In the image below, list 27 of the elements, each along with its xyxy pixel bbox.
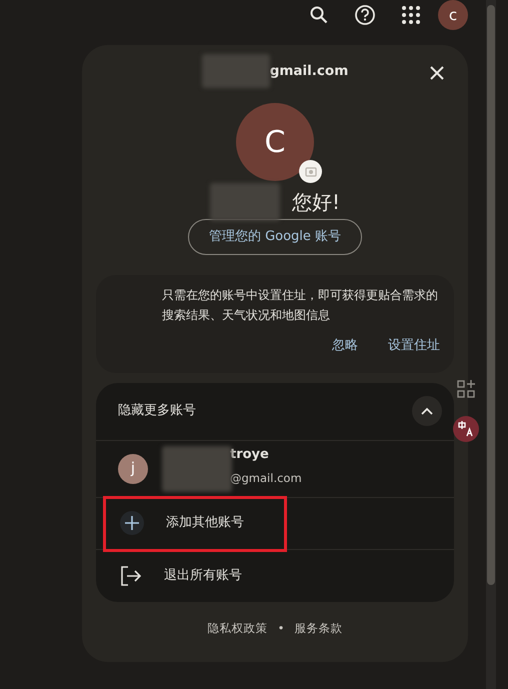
dismiss-button[interactable]: 忽略 xyxy=(332,336,358,355)
account-row[interactable]: j troye @gmail.com xyxy=(96,440,454,498)
camera-icon[interactable] xyxy=(299,160,322,183)
account-avatar[interactable]: c xyxy=(438,0,468,30)
privacy-link[interactable]: 隐私权政策 xyxy=(208,620,268,637)
redaction-blur xyxy=(210,183,280,221)
redaction-blur xyxy=(162,446,232,492)
account-email: @gmail.com xyxy=(230,470,302,486)
address-prompt-text: 只需在您的账号中设置住址，即可获得更贴合需求的搜索结果、天气状况和地图信息 xyxy=(162,286,439,324)
sign-out-icon xyxy=(120,566,142,586)
set-address-button[interactable]: 设置住址 xyxy=(388,336,440,355)
sign-out-button[interactable]: 退出所有账号 xyxy=(96,550,454,602)
greeting-text: 您好! xyxy=(292,189,340,216)
scrollbar[interactable] xyxy=(486,0,496,689)
redaction-blur xyxy=(202,54,270,88)
plus-icon xyxy=(120,511,144,535)
chevron-up-icon[interactable] xyxy=(412,396,442,426)
manage-account-button[interactable]: 管理您的 Google 账号 xyxy=(188,219,362,254)
account-name: troye xyxy=(230,446,270,464)
translate-icon[interactable] xyxy=(453,416,479,442)
section-title: 隐藏更多账号 xyxy=(118,402,196,420)
separator-dot: • xyxy=(278,620,284,636)
terms-link[interactable]: 服务条款 xyxy=(294,620,342,637)
account-avatar: j xyxy=(118,454,148,484)
add-widget-icon[interactable] xyxy=(457,380,475,398)
account-email: gmail.com xyxy=(268,62,348,81)
add-account-button[interactable]: 添加其他账号 xyxy=(96,498,454,550)
